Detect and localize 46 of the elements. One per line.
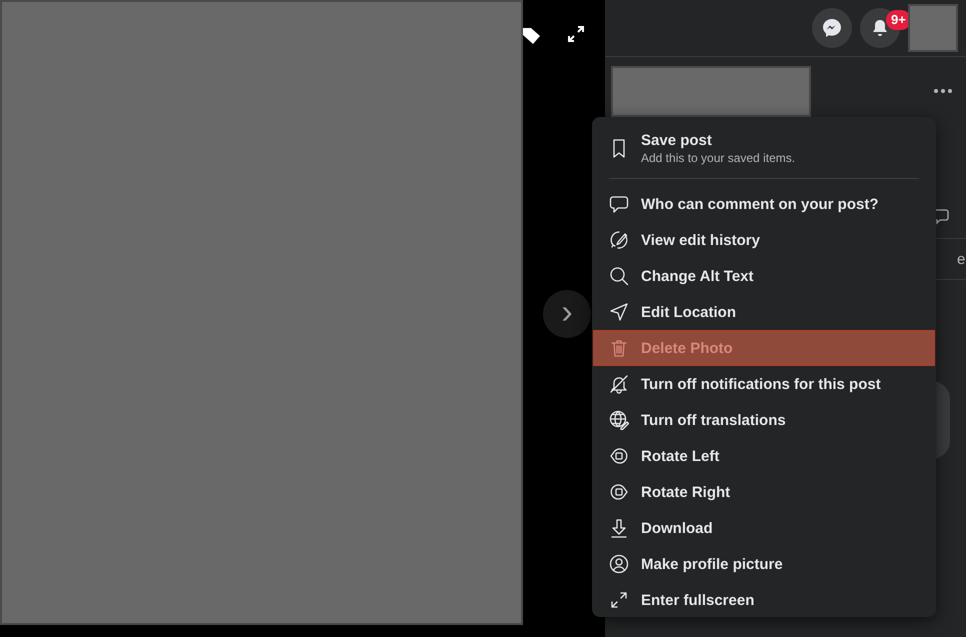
menu-item-label: Turn off notifications for this post bbox=[641, 374, 881, 394]
menu-item-label: Save post bbox=[641, 130, 713, 150]
download-icon bbox=[609, 518, 629, 538]
bell-icon bbox=[871, 19, 889, 37]
more-icon[interactable] bbox=[934, 89, 952, 93]
messenger-icon bbox=[822, 18, 842, 38]
expand-icon[interactable] bbox=[568, 26, 584, 42]
bell-off-icon bbox=[609, 374, 629, 394]
menu-item[interactable]: Rotate Right bbox=[593, 474, 935, 510]
menu-item-label: Change Alt Text bbox=[641, 266, 754, 286]
expand-icon bbox=[609, 590, 629, 610]
text-fragment: e bbox=[957, 250, 966, 270]
menu-item[interactable]: Download bbox=[593, 510, 935, 546]
redaction-block bbox=[908, 4, 958, 52]
menu-item[interactable]: View edit history bbox=[593, 222, 935, 258]
menu-item-label: Rotate Left bbox=[641, 446, 720, 466]
menu-item[interactable]: Save post Add this to your saved items. bbox=[593, 125, 935, 171]
messenger-button[interactable] bbox=[812, 8, 852, 48]
globe-icon bbox=[609, 410, 629, 430]
menu-item-label: Delete Photo bbox=[641, 338, 733, 358]
menu-item-label: Make profile picture bbox=[641, 554, 783, 574]
speech-bubble-icon bbox=[609, 194, 629, 214]
menu-item-label: Who can comment on your post? bbox=[641, 194, 879, 214]
menu-item[interactable]: Rotate Left bbox=[593, 438, 935, 474]
menu-item-label: Enter fullscreen bbox=[641, 590, 754, 610]
menu-item-label: Rotate Right bbox=[641, 482, 730, 502]
trash-icon bbox=[609, 338, 629, 358]
menu-item-label: Turn off translations bbox=[641, 410, 786, 430]
person-icon bbox=[609, 554, 629, 574]
menu-item-label: View edit history bbox=[641, 230, 760, 250]
menu-item[interactable]: Edit Location bbox=[593, 294, 935, 330]
menu-item-label: Edit Location bbox=[641, 302, 736, 322]
menu-item-label: Download bbox=[641, 518, 713, 538]
menu-item[interactable]: Turn off notifications for this post bbox=[593, 366, 935, 402]
rotate-left-icon bbox=[609, 446, 629, 466]
menu-item[interactable]: Turn off translations bbox=[593, 402, 935, 438]
menu-item[interactable]: Who can comment on your post? bbox=[593, 186, 935, 222]
menu-item-description: Add this to your saved items. bbox=[641, 150, 796, 166]
arrow-icon bbox=[609, 302, 629, 322]
menu-item[interactable]: Enter fullscreen bbox=[593, 582, 935, 618]
menu-item[interactable]: Make profile picture bbox=[593, 546, 935, 582]
pencil-circle-icon bbox=[609, 230, 629, 250]
search-icon bbox=[609, 266, 629, 286]
next-button[interactable]: › bbox=[543, 290, 591, 338]
menu-item[interactable]: Change Alt Text bbox=[593, 258, 935, 294]
rotate-right-icon bbox=[609, 482, 629, 502]
